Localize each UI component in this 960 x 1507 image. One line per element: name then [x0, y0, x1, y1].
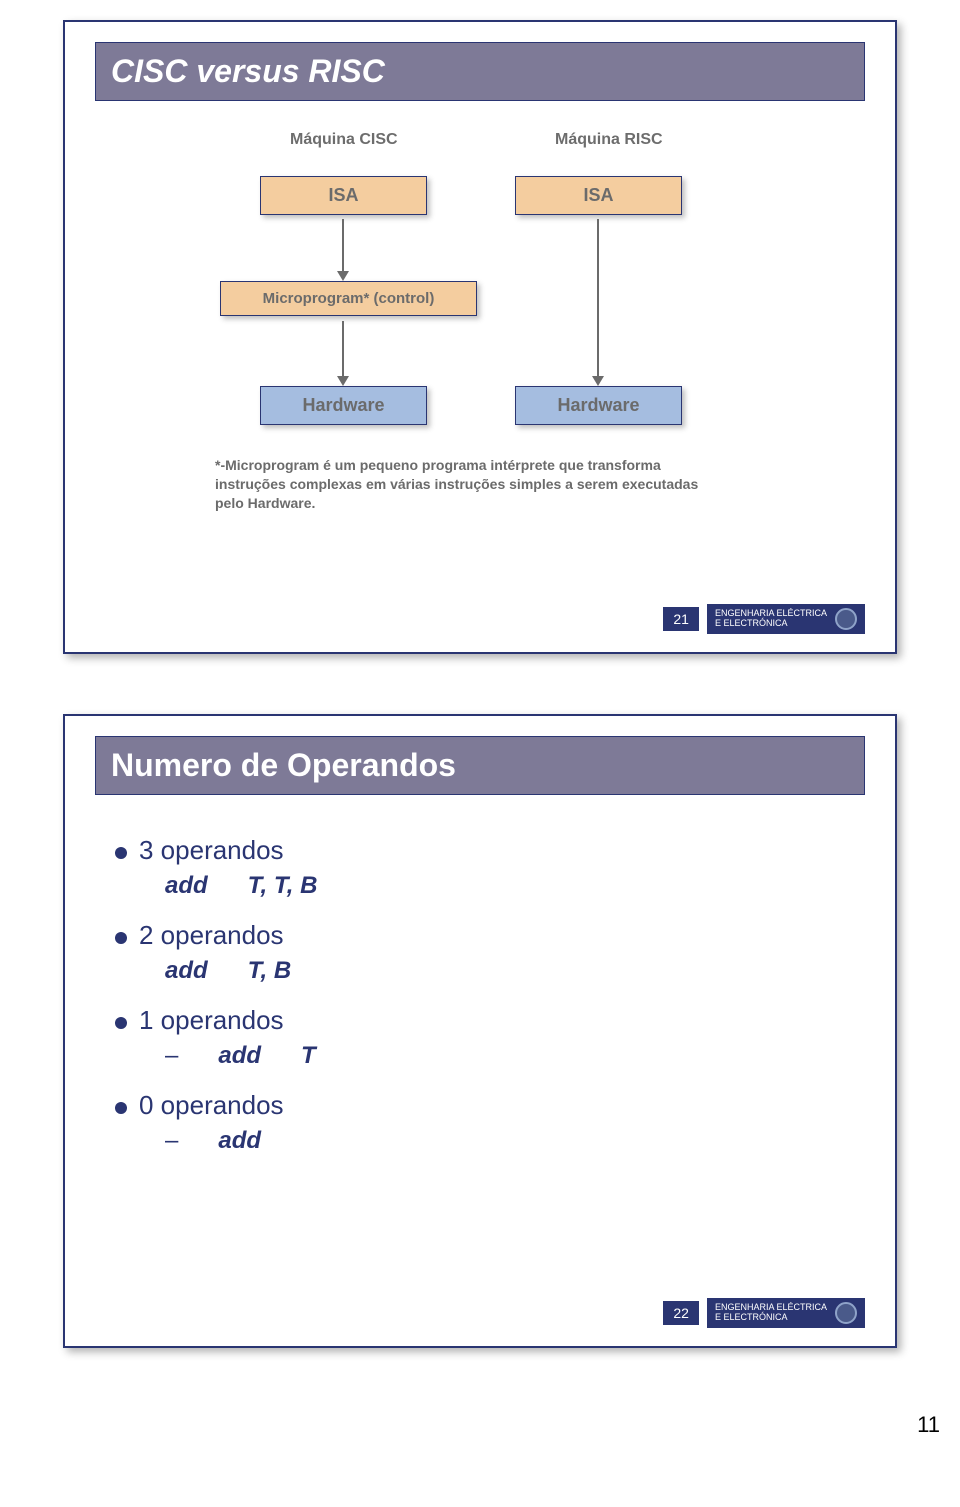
- dash-icon: –: [165, 1127, 178, 1155]
- arrow-head-icon: [337, 271, 349, 281]
- bullet-dot-icon: [115, 847, 127, 859]
- sub-arg: T, B: [248, 957, 292, 985]
- bullet-0-operandos: 0 operandos: [115, 1090, 845, 1121]
- slide1-number: 21: [663, 607, 699, 631]
- box-isa-risc: ISA: [515, 176, 682, 215]
- logo-circle-icon: [835, 608, 857, 630]
- bullet-label: 2 operandos: [139, 920, 284, 951]
- slide1-body: Máquina CISC Máquina RISC ISA ISA Microp…: [65, 101, 895, 561]
- bullet-3-operandos: 3 operandos: [115, 835, 845, 866]
- sub-0-operandos: – add: [165, 1127, 845, 1155]
- sub-cmd: add: [165, 957, 208, 985]
- box-hardware-risc: Hardware: [515, 386, 682, 425]
- logo-circle-icon: [835, 1302, 857, 1324]
- page-number: 11: [917, 1412, 940, 1438]
- bullet-1-operandos: 1 operandos: [115, 1005, 845, 1036]
- dash-icon: –: [165, 1042, 178, 1070]
- arrow-isa-to-micro: [342, 219, 344, 271]
- slide2-number: 22: [663, 1301, 699, 1325]
- arrow-isa-to-hw-risc: [597, 219, 599, 376]
- slide2-footer: 22 ENGENHARIA ELÉCTRICA E ELECTRÓNICA: [663, 1298, 865, 1328]
- box-hardware-cisc: Hardware: [260, 386, 427, 425]
- footer-branding: ENGENHARIA ELÉCTRICA E ELECTRÓNICA: [707, 604, 865, 634]
- bullet-label: 1 operandos: [139, 1005, 284, 1036]
- diagram: Máquina CISC Máquina RISC ISA ISA Microp…: [115, 131, 845, 561]
- sub-cmd: add: [218, 1042, 261, 1070]
- bullet-list: 3 operandos add T, T, B 2 operandos add …: [115, 825, 845, 1155]
- bullet-dot-icon: [115, 932, 127, 944]
- sub-2-operandos: add T, B: [165, 957, 845, 985]
- footer-branding-text: ENGENHARIA ELÉCTRICA E ELECTRÓNICA: [715, 1303, 827, 1323]
- arrow-head-icon: [337, 376, 349, 386]
- sub-3-operandos: add T, T, B: [165, 872, 845, 900]
- footer-branding-text: ENGENHARIA ELÉCTRICA E ELECTRÓNICA: [715, 609, 827, 629]
- slide1-footer: 21 ENGENHARIA ELÉCTRICA E ELECTRÓNICA: [663, 604, 865, 634]
- microprogram-footnote: *-Microprogram é um pequeno programa int…: [215, 456, 715, 513]
- slide-2: Numero de Operandos 3 operandos add T, T…: [63, 714, 897, 1348]
- page: CISC versus RISC Máquina CISC Máquina RI…: [0, 20, 960, 1448]
- label-maquina-risc: Máquina RISC: [555, 131, 663, 149]
- sub-cmd: add: [218, 1127, 261, 1155]
- footer-line2: E ELECTRÓNICA: [715, 619, 827, 629]
- sub-cmd: add: [165, 872, 208, 900]
- footer-line2: E ELECTRÓNICA: [715, 1313, 827, 1323]
- label-maquina-cisc: Máquina CISC: [290, 131, 398, 149]
- box-isa-cisc: ISA: [260, 176, 427, 215]
- box-microprogram: Microprogram* (control): [220, 281, 477, 316]
- footer-branding: ENGENHARIA ELÉCTRICA E ELECTRÓNICA: [707, 1298, 865, 1328]
- slide2-body: 3 operandos add T, T, B 2 operandos add …: [65, 795, 895, 1155]
- sub-arg: T, T, B: [248, 872, 318, 900]
- bullet-dot-icon: [115, 1102, 127, 1114]
- arrow-micro-to-hw: [342, 321, 344, 376]
- bullet-label: 3 operandos: [139, 835, 284, 866]
- slide1-title-bar: CISC versus RISC: [95, 42, 865, 101]
- sub-1-operandos: – add T: [165, 1042, 845, 1070]
- slide2-title-bar: Numero de Operandos: [95, 736, 865, 795]
- slide2-title: Numero de Operandos: [111, 747, 456, 783]
- sub-arg: T: [301, 1042, 316, 1070]
- bullet-2-operandos: 2 operandos: [115, 920, 845, 951]
- bullet-dot-icon: [115, 1017, 127, 1029]
- arrow-head-icon: [592, 376, 604, 386]
- slide1-title: CISC versus RISC: [111, 53, 385, 89]
- slide-1: CISC versus RISC Máquina CISC Máquina RI…: [63, 20, 897, 654]
- bullet-label: 0 operandos: [139, 1090, 284, 1121]
